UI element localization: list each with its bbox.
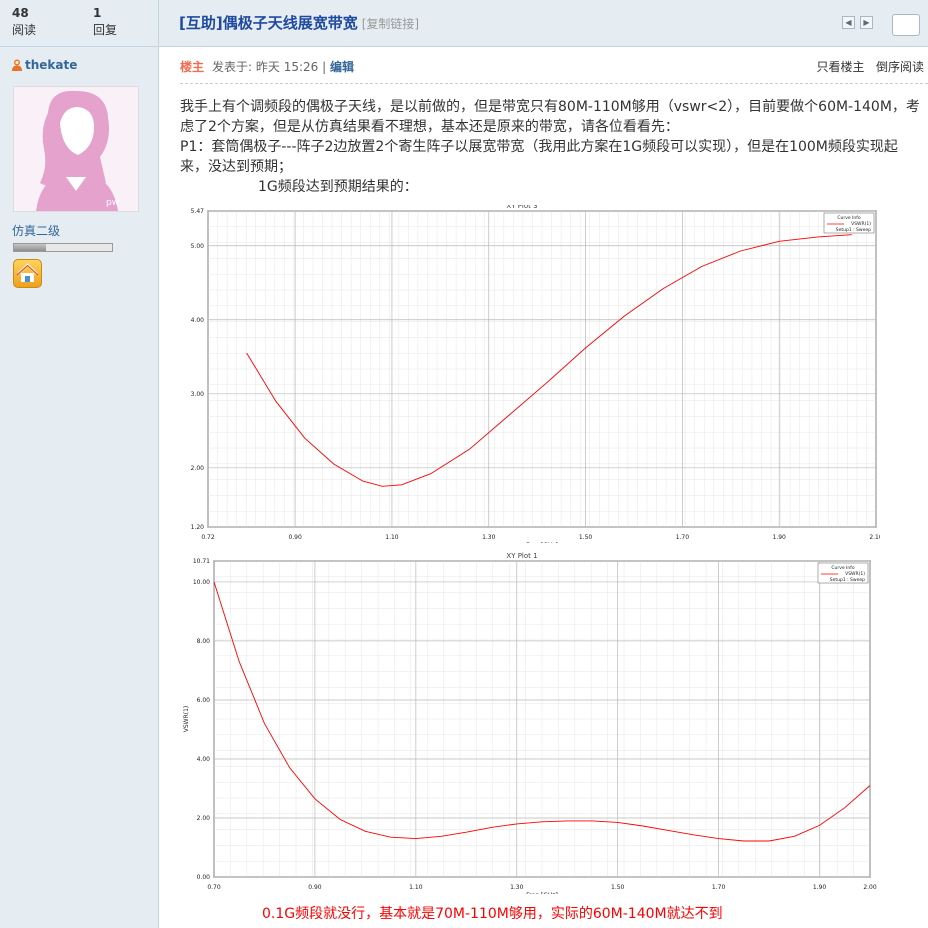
rank-link[interactable]: 仿真二级 [12, 222, 60, 239]
y-tick-label: 5.00 [191, 243, 205, 250]
home-icon [16, 263, 39, 282]
replies-count: 1 [93, 6, 102, 20]
y-axis-label: VSWR(1) [183, 706, 190, 733]
y-tick-label: 6.00 [197, 697, 211, 704]
svg-text:pw: pw [106, 198, 119, 208]
x-axis-label: Freq [GHz] [526, 542, 558, 543]
legend-entry: VSWR(1) [851, 221, 871, 227]
legend-title: Curve Info [831, 565, 854, 571]
y-tick-label: 2.00 [191, 465, 205, 472]
thread-title: [互助]偶极子天线展宽带宽 [复制链接] [179, 12, 419, 33]
x-tick-label: 2.10 [869, 534, 880, 541]
y-tick-label: 10.00 [193, 579, 210, 586]
post-role: 楼主 [180, 60, 205, 74]
post-divider [180, 83, 928, 84]
thread-stats: 48 阅读 1 回复 [0, 0, 158, 47]
views-label: 阅读 [12, 23, 37, 37]
thread-header: [互助]偶极子天线展宽带宽 [复制链接] ◀ ▶ [159, 0, 928, 47]
y-tick-label: 4.00 [191, 317, 205, 324]
post-date: 发表于: 昨天 15:26 | [212, 60, 327, 74]
home-button[interactable] [13, 259, 42, 288]
y-tick-label: 10.71 [193, 558, 210, 565]
author-name-link[interactable]: thekate [12, 58, 77, 72]
avatar[interactable]: pw [13, 86, 139, 212]
legend-entry-sub: Setup1 : Sweep [836, 227, 871, 233]
post-actions: 只看楼主 倒序阅读 [817, 58, 924, 75]
x-tick-label: 0.90 [308, 884, 322, 891]
y-tick-label: 5.47 [191, 208, 205, 215]
x-tick-label: 2.00 [863, 884, 877, 891]
x-tick-label: 1.30 [510, 884, 524, 891]
only-author-link[interactable]: 只看楼主 [817, 60, 865, 74]
quick-jump-input[interactable] [892, 14, 920, 36]
x-tick-label: 1.30 [482, 534, 496, 541]
post-paragraph: 我手上有个调频段的偶极子天线，是以前做的，但是带宽只有80M-110M够用（vs… [180, 99, 920, 135]
replies-label: 回复 [93, 23, 118, 37]
prev-thread-button[interactable]: ◀ [842, 16, 855, 29]
thread-title-text: [互助]偶极子天线展宽带宽 [179, 14, 358, 32]
edit-link[interactable]: 编辑 [330, 60, 354, 74]
y-tick-label: 0.00 [197, 874, 211, 881]
legend-entry-sub: Setup1 : Sweep [830, 577, 865, 583]
replies-stat: 1 回复 [93, 5, 117, 39]
x-tick-label: 1.90 [813, 884, 827, 891]
vswr-chart-1g: 0.72 0.90 1.10 1.30 1.50 1.70 1.90 2.10 1.20 2.00… [191, 205, 880, 543]
copy-link[interactable]: [复制链接] [362, 17, 419, 31]
vswr-chart-100m: 0.70 0.90 1.10 1.30 1.50 1.70 1.90 2.00 0.00 2.00… [183, 552, 877, 894]
x-tick-label: 1.10 [385, 534, 399, 541]
x-axis-label: Freq [GHz] [526, 892, 558, 894]
legend-entry: VSWR(1) [845, 571, 865, 577]
chart-title: XY Plot 3 [506, 205, 537, 210]
y-tick-label: 1.20 [191, 524, 205, 531]
x-tick-label: 1.10 [409, 884, 423, 891]
y-tick-label: 2.00 [197, 815, 211, 822]
post-body: 我手上有个调频段的偶极子天线，是以前做的，但是带宽只有80M-110M够用（vs… [180, 97, 925, 197]
x-tick-label: 1.50 [611, 884, 625, 891]
author-name: thekate [25, 58, 78, 72]
y-tick-label: 3.00 [191, 391, 205, 398]
y-tick-label: 4.00 [197, 756, 211, 763]
x-tick-label: 1.70 [676, 534, 690, 541]
post-meta: 楼主 发表于: 昨天 15:26 | 编辑 [180, 58, 354, 75]
chart-title: XY Plot 1 [506, 552, 537, 560]
x-tick-label: 1.90 [773, 534, 787, 541]
views-stat: 48 阅读 [12, 5, 36, 39]
arrow-right-icon: ▶ [863, 18, 870, 27]
post-paragraph: 1G频段达到预期结果的： [258, 179, 418, 195]
rank-progress-fill [14, 244, 47, 251]
x-tick-label: 0.90 [288, 534, 302, 541]
x-tick-label: 1.50 [579, 534, 593, 541]
post-paragraph: P1：套筒偶极子---阵子2边放置2个寄生阵子以展宽带宽（我用此方案在1G频段可… [180, 139, 898, 175]
x-tick-label: 0.72 [201, 534, 215, 541]
post-caption: 0.1G频段就没行，基本就是70M-110M够用，实际的60M-140M就达不到 [262, 906, 723, 922]
next-thread-button[interactable]: ▶ [860, 16, 873, 29]
reverse-order-link[interactable]: 倒序阅读 [876, 60, 924, 74]
arrow-left-icon: ◀ [845, 18, 852, 27]
x-tick-label: 1.70 [712, 884, 726, 891]
rank-progress [13, 243, 113, 252]
legend-title: Curve Info [837, 215, 860, 221]
user-icon [12, 59, 22, 71]
avatar-image: pw [14, 87, 138, 211]
views-count: 48 [12, 6, 29, 20]
x-tick-label: 0.70 [207, 884, 221, 891]
author-sidebar: 48 阅读 1 回复 thekate pw 仿真二级 [0, 0, 159, 928]
y-tick-label: 8.00 [197, 638, 211, 645]
